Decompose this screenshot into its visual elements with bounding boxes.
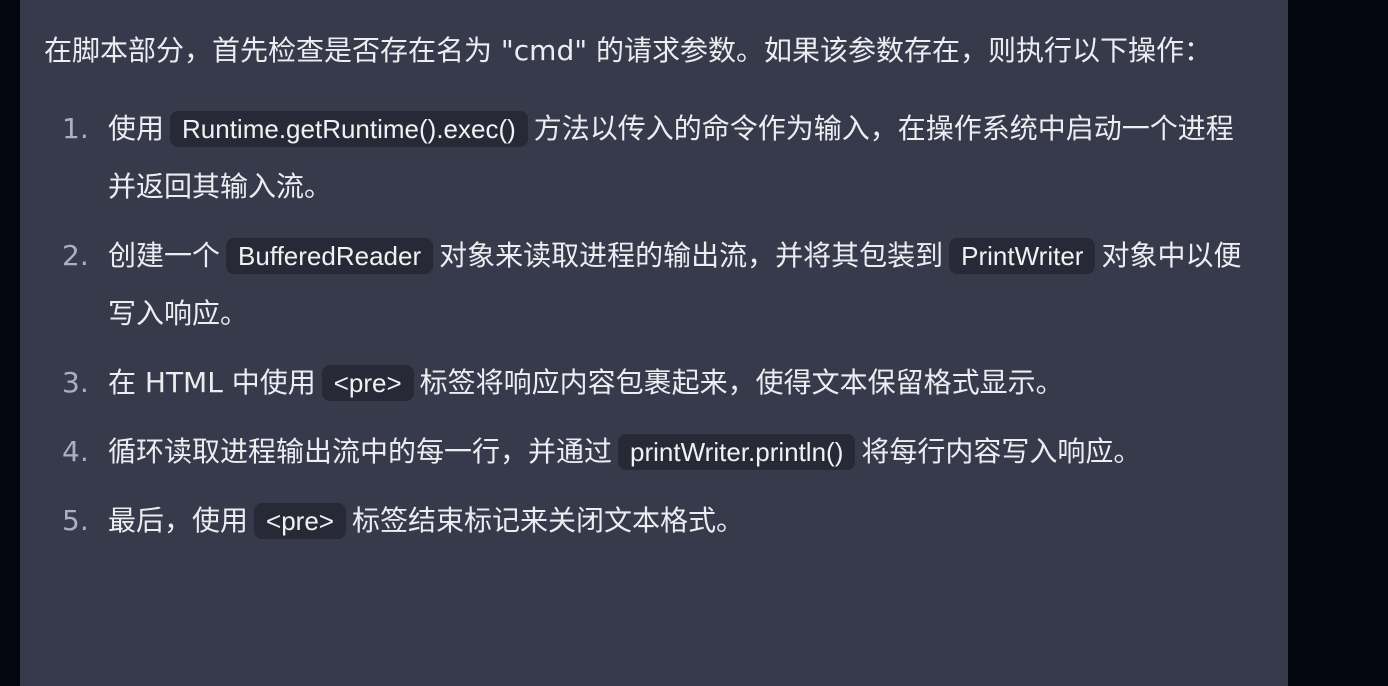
list-item-5: 5. 最后，使用 <pre> 标签结束标记来关闭文本格式。: [44, 492, 1258, 550]
step-text-before: 使用: [108, 112, 165, 145]
inline-code: Runtime.getRuntime().exec(): [170, 111, 528, 147]
intro-paragraph: 在脚本部分，首先检查是否存在名为 "cmd" 的请求参数。如果该参数存在，则执行…: [44, 34, 1213, 67]
inline-code: printWriter.println(): [618, 434, 856, 470]
list-item-2: 2. 创建一个 BufferedReader 对象来读取进程的输出流，并将其包装到 Pr…: [44, 227, 1258, 343]
step-text-after: 将每行内容写入响应。: [861, 435, 1142, 468]
step-text-before: 在 HTML 中使用: [108, 366, 316, 399]
step-number: 4.: [62, 435, 89, 468]
step-text-before: 创建一个: [108, 239, 221, 272]
step-text-after: 标签将响应内容包裹起来，使得文本保留格式显示。: [419, 366, 1064, 399]
list-item-3: 3. 在 HTML 中使用 <pre> 标签将响应内容包裹起来，使得文本保留格式显示。: [44, 354, 1258, 412]
inline-code: <pre>: [321, 365, 414, 401]
list-item-1: 1. 使用 Runtime.getRuntime().exec() 方法以传入的命令作…: [44, 100, 1258, 216]
step-text-after: 标签结束标记来关闭文本格式。: [351, 504, 744, 537]
inline-code: <pre>: [254, 503, 346, 539]
step-number: 5.: [62, 504, 89, 537]
step-text-middle: 对象来读取进程的输出流，并将其包装到: [439, 239, 944, 272]
chat-message-panel: 在脚本部分，首先检查是否存在名为 "cmd" 的请求参数。如果该参数存在，则执行…: [20, 0, 1288, 686]
inline-code: BufferedReader: [226, 238, 434, 274]
step-text-before: 循环读取进程输出流中的每一行，并通过: [108, 435, 613, 468]
inline-code: PrintWriter: [949, 238, 1096, 274]
step-number: 2.: [62, 239, 89, 272]
step-text-before: 最后，使用: [108, 504, 249, 537]
step-number: 3.: [62, 366, 89, 399]
list-item-4: 4. 循环读取进程输出流中的每一行，并通过 printWriter.println(…: [44, 423, 1258, 481]
step-number: 1.: [62, 112, 89, 145]
steps-list: 1. 使用 Runtime.getRuntime().exec() 方法以传入的命令作…: [44, 100, 1288, 550]
